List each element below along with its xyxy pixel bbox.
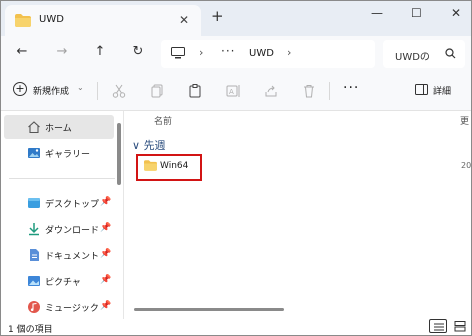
group-label: 先週 xyxy=(143,139,166,152)
gallery-icon xyxy=(28,148,40,158)
computer-icon xyxy=(171,47,185,59)
pin-icon[interactable]: 📌 xyxy=(100,197,111,207)
download-icon xyxy=(29,223,39,236)
sidebar-item-downloads[interactable]: ダウンロード 📌 xyxy=(4,217,114,241)
sidebar-item-pictures[interactable]: ピクチャ 📌 xyxy=(4,269,114,293)
details-view-button[interactable] xyxy=(429,319,447,333)
back-arrow-icon[interactable]: ← xyxy=(13,44,31,59)
sidebar-item-desktop[interactable]: デスクトップ 📌 xyxy=(4,191,114,215)
navigation-bar: ← → ↑ ↻ › ··· UWD › UWDの xyxy=(1,36,471,72)
search-icon xyxy=(445,48,456,59)
minimize-button[interactable]: — xyxy=(371,6,383,20)
details-label: 詳細 xyxy=(433,87,452,97)
sidebar-item-label: デスクトップ xyxy=(45,200,100,210)
pin-icon[interactable]: 📌 xyxy=(100,301,111,311)
close-window-button[interactable]: ✕ xyxy=(451,6,461,20)
more-options-button[interactable]: ··· xyxy=(343,80,359,96)
picture-icon xyxy=(28,276,40,286)
sidebar-scrollbar[interactable] xyxy=(117,123,121,185)
details-pane-icon xyxy=(415,84,428,95)
folder-icon xyxy=(15,14,31,27)
copy-icon[interactable] xyxy=(149,83,165,99)
tiles-view-icon xyxy=(454,321,466,332)
sidebar-item-label: ピクチャ xyxy=(45,278,81,288)
tab-uwd[interactable]: UWD ✕ xyxy=(5,5,201,36)
maximize-button[interactable]: ☐ xyxy=(411,6,422,20)
column-header-date[interactable]: 更 xyxy=(460,114,469,127)
file-explorer-window: UWD ✕ + — ☐ ✕ ← → ↑ ↻ › ··· UWD › UWDの +… xyxy=(0,0,472,336)
status-bar: 1 個の項目 xyxy=(1,319,471,335)
chevron-right-icon: › xyxy=(199,46,204,59)
file-list: 名前 更 ∨ 先週 Win64 20 xyxy=(124,111,471,319)
chevron-right-icon[interactable]: › xyxy=(287,46,291,59)
rename-icon[interactable]: A xyxy=(225,83,241,99)
list-view-icon xyxy=(434,323,444,331)
divider xyxy=(329,82,330,100)
path-overflow-button[interactable]: ··· xyxy=(221,44,235,58)
chevron-down-icon: ∨ xyxy=(132,139,141,152)
tiles-view-button[interactable] xyxy=(451,319,469,333)
sidebar-item-label: ホーム xyxy=(45,124,72,134)
cut-icon[interactable] xyxy=(111,83,127,99)
chevron-down-icon: ⌄ xyxy=(77,83,84,92)
share-icon[interactable] xyxy=(263,83,279,99)
divider xyxy=(97,82,98,100)
file-date: 20 xyxy=(461,161,472,170)
sidebar-item-music[interactable]: ミュージック 📌 xyxy=(4,295,114,319)
breadcrumb-uwd[interactable]: UWD xyxy=(249,48,274,59)
pin-icon[interactable]: 📌 xyxy=(100,275,111,285)
search-input[interactable]: UWDの xyxy=(395,48,430,63)
new-tab-button[interactable]: + xyxy=(211,9,224,24)
home-icon xyxy=(28,121,40,134)
sidebar-divider xyxy=(9,178,115,179)
pin-icon[interactable]: 📌 xyxy=(100,249,111,259)
sidebar-item-label: ギャラリー xyxy=(45,150,91,160)
horizontal-scrollbar[interactable] xyxy=(134,308,284,311)
sidebar-item-label: ダウンロード xyxy=(45,226,100,236)
paste-icon[interactable] xyxy=(187,83,203,99)
music-icon xyxy=(28,301,40,313)
file-name: Win64 xyxy=(160,161,189,171)
folder-item-win64[interactable]: Win64 xyxy=(136,154,202,181)
pin-icon[interactable]: 📌 xyxy=(100,223,111,233)
forward-arrow-icon[interactable]: → xyxy=(53,44,71,59)
group-header[interactable]: ∨ 先週 xyxy=(132,137,166,153)
sidebar-item-label: ミュージック xyxy=(45,304,99,314)
sidebar-item-gallery[interactable]: ギャラリー xyxy=(4,141,114,165)
item-count: 1 個の項目 xyxy=(8,325,53,335)
up-arrow-icon[interactable]: ↑ xyxy=(91,44,109,59)
title-bar: UWD ✕ + — ☐ ✕ xyxy=(1,1,471,36)
command-bar: + 新規作成 ⌄ A ··· 詳細 xyxy=(1,72,471,111)
tab-title: UWD xyxy=(39,14,64,25)
address-bar[interactable]: › ··· UWD › xyxy=(161,40,375,68)
plus-icon: + xyxy=(13,82,27,96)
sidebar-item-home[interactable]: ホーム xyxy=(4,115,114,139)
document-icon xyxy=(30,249,39,261)
refresh-icon[interactable]: ↻ xyxy=(129,44,147,59)
sidebar-item-label: ドキュメント xyxy=(45,252,100,262)
folder-icon xyxy=(144,160,157,171)
navigation-pane: ホーム ギャラリー デスクトップ 📌 ダウンロード 📌 ドキュメント 📌 ピクチ… xyxy=(1,111,120,319)
desktop-folder-icon xyxy=(28,198,40,208)
svg-text:A: A xyxy=(229,88,234,96)
close-tab-icon[interactable]: ✕ xyxy=(179,13,189,27)
column-header-name[interactable]: 名前 xyxy=(154,114,172,127)
delete-icon[interactable] xyxy=(301,83,317,99)
sidebar-item-documents[interactable]: ドキュメント 📌 xyxy=(4,243,114,267)
search-box[interactable]: UWDの xyxy=(383,40,465,68)
new-button-label: 新規作成 xyxy=(33,87,70,97)
